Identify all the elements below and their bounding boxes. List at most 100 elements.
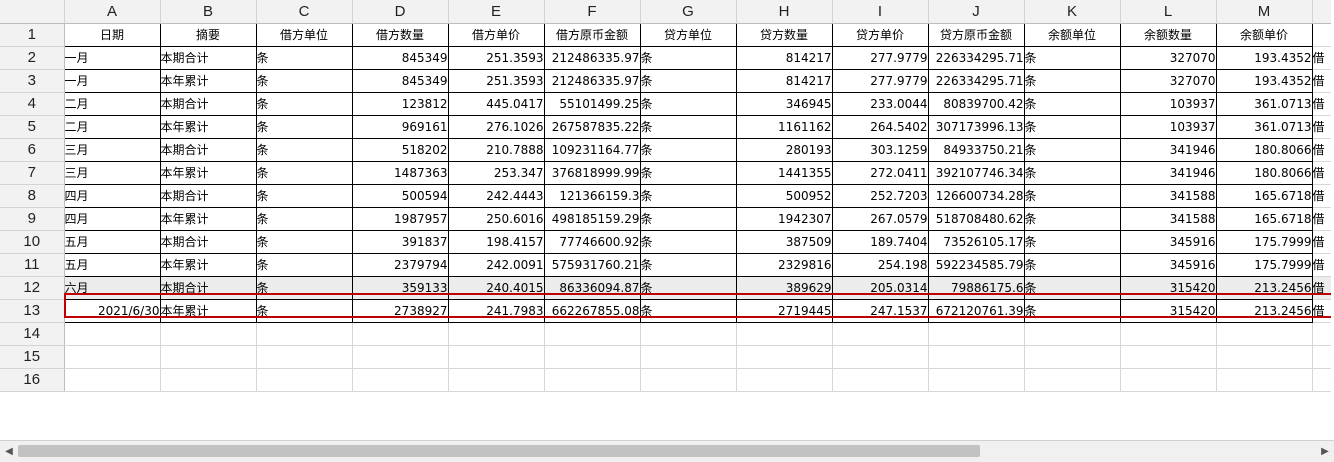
cell-l7[interactable]: 341946 [1120, 161, 1217, 185]
cell-l12[interactable]: 315420 [1120, 276, 1217, 300]
cell-j6[interactable]: 84933750.21 [928, 138, 1025, 162]
row-header[interactable]: 11 [0, 253, 65, 277]
cell-j7[interactable]: 392107746.34 [928, 161, 1025, 185]
cell-l14[interactable] [1120, 322, 1217, 346]
cell-f8[interactable]: 121366159.3 [544, 184, 641, 208]
cell-i13[interactable]: 247.1537 [832, 299, 929, 323]
cell-b12[interactable]: 本期合计 [160, 276, 257, 300]
cell-m6[interactable]: 180.8066 [1216, 138, 1313, 162]
cell-h2[interactable]: 814217 [736, 46, 833, 70]
cell-j2[interactable]: 226334295.71 [928, 46, 1025, 70]
cell-a3[interactable]: 一月 [64, 69, 161, 93]
cell-j13[interactable]: 672120761.39 [928, 299, 1025, 323]
cell-m5[interactable]: 361.0713 [1216, 115, 1313, 139]
cell-m14[interactable] [1216, 322, 1313, 346]
scroll-right-icon[interactable]: ▶ [1316, 441, 1334, 462]
cell-i3[interactable]: 277.9779 [832, 69, 929, 93]
cell-h7[interactable]: 1441355 [736, 161, 833, 185]
cell-g5[interactable]: 条 [640, 115, 737, 139]
cell-i6[interactable]: 303.1259 [832, 138, 929, 162]
cell-c7[interactable]: 条 [256, 161, 353, 185]
row-header[interactable]: 5 [0, 115, 65, 139]
cell-k4[interactable]: 条 [1024, 92, 1121, 116]
cell-h5[interactable]: 1161162 [736, 115, 833, 139]
cell-l11[interactable]: 345916 [1120, 253, 1217, 277]
cell-k6[interactable]: 条 [1024, 138, 1121, 162]
cell-d8[interactable]: 500594 [352, 184, 449, 208]
cell-c9[interactable]: 条 [256, 207, 353, 231]
cell-m16[interactable] [1216, 368, 1313, 392]
cell-k7[interactable]: 条 [1024, 161, 1121, 185]
cell-h14[interactable] [736, 322, 833, 346]
cell-m12[interactable]: 213.2456 [1216, 276, 1313, 300]
cell-a8[interactable]: 四月 [64, 184, 161, 208]
row-header[interactable]: 16 [0, 368, 65, 392]
cell-e5[interactable]: 276.1026 [448, 115, 545, 139]
cell-f2[interactable]: 212486335.97 [544, 46, 641, 70]
cell-h13[interactable]: 2719445 [736, 299, 833, 323]
cell-f11[interactable]: 575931760.21 [544, 253, 641, 277]
cell-h8[interactable]: 500952 [736, 184, 833, 208]
column-header-i[interactable]: I [832, 0, 929, 24]
cell-a10[interactable]: 五月 [64, 230, 161, 254]
cell-g8[interactable]: 条 [640, 184, 737, 208]
cell-f13[interactable]: 662267855.08 [544, 299, 641, 323]
cell-h6[interactable]: 280193 [736, 138, 833, 162]
row-header[interactable]: 8 [0, 184, 65, 208]
column-header-g[interactable]: G [640, 0, 737, 24]
cell-g13[interactable]: 条 [640, 299, 737, 323]
cell-k13[interactable]: 条 [1024, 299, 1121, 323]
cell-f1[interactable]: 借方原币金额 [544, 23, 641, 47]
cell-e1[interactable]: 借方单价 [448, 23, 545, 47]
column-header-h[interactable]: H [736, 0, 833, 24]
cell-c8[interactable]: 条 [256, 184, 353, 208]
cell-e6[interactable]: 210.7888 [448, 138, 545, 162]
cell-k5[interactable]: 条 [1024, 115, 1121, 139]
cell-j9[interactable]: 518708480.62 [928, 207, 1025, 231]
cell-f12[interactable]: 86336094.87 [544, 276, 641, 300]
cell-i12[interactable]: 205.0314 [832, 276, 929, 300]
cell-g10[interactable]: 条 [640, 230, 737, 254]
cell-i11[interactable]: 254.198 [832, 253, 929, 277]
cell-l16[interactable] [1120, 368, 1217, 392]
cell-g9[interactable]: 条 [640, 207, 737, 231]
cell-k8[interactable]: 条 [1024, 184, 1121, 208]
cell-j8[interactable]: 126600734.28 [928, 184, 1025, 208]
cell-i8[interactable]: 252.7203 [832, 184, 929, 208]
cell-e8[interactable]: 242.4443 [448, 184, 545, 208]
row-header[interactable]: 13 [0, 299, 65, 323]
cell-f10[interactable]: 77746600.92 [544, 230, 641, 254]
cell-a15[interactable] [64, 345, 161, 369]
cell-k11[interactable]: 条 [1024, 253, 1121, 277]
cell-h16[interactable] [736, 368, 833, 392]
cell-m15[interactable] [1216, 345, 1313, 369]
cell-b13[interactable]: 本年累计 [160, 299, 257, 323]
cell-b14[interactable] [160, 322, 257, 346]
cell-j1[interactable]: 贷方原币金额 [928, 23, 1025, 47]
cell-c6[interactable]: 条 [256, 138, 353, 162]
cell-h10[interactable]: 387509 [736, 230, 833, 254]
cell-d16[interactable] [352, 368, 449, 392]
cell-b1[interactable]: 摘要 [160, 23, 257, 47]
cell-h3[interactable]: 814217 [736, 69, 833, 93]
cell-b11[interactable]: 本年累计 [160, 253, 257, 277]
column-header-k[interactable]: K [1024, 0, 1121, 24]
cell-d13[interactable]: 2738927 [352, 299, 449, 323]
cell-c4[interactable]: 条 [256, 92, 353, 116]
row-header[interactable]: 6 [0, 138, 65, 162]
cell-e9[interactable]: 250.6016 [448, 207, 545, 231]
row-header[interactable]: 2 [0, 46, 65, 70]
cell-d10[interactable]: 391837 [352, 230, 449, 254]
cell-m1[interactable]: 余额单价 [1216, 23, 1313, 47]
cell-i2[interactable]: 277.9779 [832, 46, 929, 70]
cell-f7[interactable]: 376818999.99 [544, 161, 641, 185]
cell-i15[interactable] [832, 345, 929, 369]
cell-h9[interactable]: 1942307 [736, 207, 833, 231]
cell-b6[interactable]: 本期合计 [160, 138, 257, 162]
cell-l4[interactable]: 103937 [1120, 92, 1217, 116]
cell-j10[interactable]: 73526105.17 [928, 230, 1025, 254]
cell-g16[interactable] [640, 368, 737, 392]
cell-b16[interactable] [160, 368, 257, 392]
cell-i16[interactable] [832, 368, 929, 392]
cell-k2[interactable]: 条 [1024, 46, 1121, 70]
